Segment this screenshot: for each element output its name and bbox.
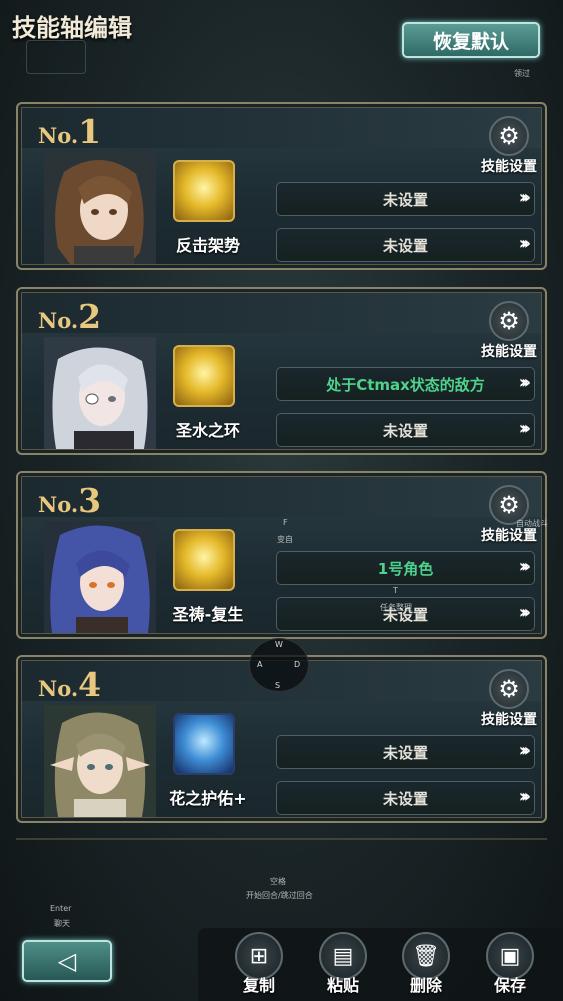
delete-button[interactable]: 🗑 删除 xyxy=(399,932,453,1000)
chevron-right-icon: ››› xyxy=(518,602,531,623)
copy-label: 复制 xyxy=(242,976,275,995)
skill-settings[interactable]: ⚙ 技能设置 xyxy=(470,485,548,545)
skill-settings[interactable]: ⚙ 技能设置 xyxy=(470,116,548,176)
chevron-right-icon: ››› xyxy=(518,233,531,254)
gear-icon[interactable]: ⚙ xyxy=(489,116,529,156)
skill-card-2: No.2 ⚙ 技能设置 圣水之环 处于Ctmax状态的敌方 ››› 未设置 ››… xyxy=(16,287,547,455)
save-label: 保存 xyxy=(493,976,526,995)
page-title: 技能轴编辑 xyxy=(12,14,132,42)
enter-key-hint: Enter xyxy=(50,904,72,913)
dpad-w: W xyxy=(275,640,283,649)
chevron-right-icon: ››› xyxy=(518,556,531,577)
skill-card-1: No.1 ⚙ 技能设置 反击架势 未设置 ››› 未设置 ››› xyxy=(16,102,547,270)
skill-name: 花之护佑+ xyxy=(169,789,247,808)
dpad[interactable]: W A D S xyxy=(249,638,309,692)
skill-icon[interactable] xyxy=(173,160,235,222)
chevron-right-icon: ››› xyxy=(518,786,531,807)
card-number-value: 3 xyxy=(78,481,102,520)
key-hint-f-label: 变自 xyxy=(277,535,293,544)
target-slot-2[interactable]: 未设置 ››› xyxy=(276,781,535,815)
character-portrait xyxy=(44,521,156,633)
skill-icon[interactable] xyxy=(173,529,235,591)
skill-icon[interactable] xyxy=(173,713,235,775)
skill-name: 圣祷-复生 xyxy=(172,605,244,624)
slot-label: 1号角色 xyxy=(377,559,434,578)
slot-label: 处于Ctmax状态的敌方 xyxy=(326,375,485,394)
save-button[interactable]: ▣ 保存 xyxy=(483,932,537,1000)
skill-settings[interactable]: ⚙ 技能设置 xyxy=(470,669,548,729)
card-5-edge xyxy=(16,838,547,852)
character-portrait xyxy=(44,705,156,817)
character-portrait xyxy=(44,152,156,264)
chevron-right-icon: ››› xyxy=(518,418,531,439)
dpad-d: D xyxy=(294,660,301,669)
card-number-value: 2 xyxy=(78,297,102,336)
card-number: No.2 xyxy=(38,297,101,336)
target-slot-2[interactable]: 未设置 ››› xyxy=(276,228,535,262)
skill-icon[interactable] xyxy=(173,345,235,407)
card-number: No.4 xyxy=(38,665,101,704)
skill-name: 圣水之环 xyxy=(175,421,240,440)
dpad-a: A xyxy=(257,660,263,669)
key-hint-t: T xyxy=(393,586,398,595)
delete-label: 删除 xyxy=(409,976,442,995)
space-key-label: 开始回合/跳过回合 xyxy=(246,891,313,900)
target-slot-1[interactable]: 1号角色 ››› xyxy=(276,551,535,585)
card-number-prefix: No. xyxy=(38,492,79,517)
dpad-s: S xyxy=(275,681,281,690)
skill-card-3: No.3 ⚙ 技能设置 圣祷-复生 1号角色 ››› 未设置 ››› xyxy=(16,471,547,639)
card-number-value: 4 xyxy=(78,665,102,704)
target-slot-1[interactable]: 未设置 ››› xyxy=(276,735,535,769)
character-portrait xyxy=(44,337,156,449)
target-slot-1[interactable]: 处于Ctmax状态的敌方 ››› xyxy=(276,367,535,401)
back-arrow-icon: ◁ xyxy=(57,947,77,975)
target-slot-2[interactable]: 未设置 ››› xyxy=(276,413,535,447)
card-number-value: 1 xyxy=(78,112,102,151)
copy-button[interactable]: ⊞ 复制 xyxy=(232,932,286,1000)
skill-name: 反击架势 xyxy=(175,236,240,255)
skill-settings-label: 技能设置 xyxy=(481,159,537,175)
card-number: No.1 xyxy=(38,112,101,151)
chevron-right-icon: ››› xyxy=(518,372,531,393)
card-number-prefix: No. xyxy=(38,123,79,148)
slot-label: 未设置 xyxy=(382,743,428,762)
space-key-hint: 空格 xyxy=(270,877,286,886)
key-hint-f: F xyxy=(283,518,288,527)
auto-battle-hint: 自动战斗 xyxy=(516,519,548,528)
gear-icon[interactable]: ⚙ xyxy=(489,301,529,341)
skip-hint: 领过 xyxy=(514,69,530,78)
skill-settings[interactable]: ⚙ 技能设置 xyxy=(470,301,548,361)
gear-icon[interactable]: ⚙ xyxy=(489,669,529,709)
key-hint-t-label: 任务整理 xyxy=(380,603,412,612)
slot-label: 未设置 xyxy=(382,789,428,808)
restore-default-button[interactable]: 恢复默认 xyxy=(402,22,540,58)
slot-label: 未设置 xyxy=(382,190,428,209)
chevron-right-icon: ››› xyxy=(518,740,531,761)
skill-settings-label: 技能设置 xyxy=(481,344,537,360)
header-emblem xyxy=(26,40,86,74)
enter-key-label: 聊天 xyxy=(54,919,70,928)
paste-button[interactable]: ▤ 粘贴 xyxy=(316,932,370,1000)
skill-settings-label: 技能设置 xyxy=(481,712,537,728)
slot-label: 未设置 xyxy=(382,236,428,255)
card-number-prefix: No. xyxy=(38,676,79,701)
target-slot-1[interactable]: 未设置 ››› xyxy=(276,182,535,216)
chevron-right-icon: ››› xyxy=(518,187,531,208)
slot-label: 未设置 xyxy=(382,421,428,440)
paste-label: 粘贴 xyxy=(326,976,359,995)
back-button[interactable]: ◁ xyxy=(22,940,112,982)
card-number: No.3 xyxy=(38,481,101,520)
card-number-prefix: No. xyxy=(38,308,79,333)
